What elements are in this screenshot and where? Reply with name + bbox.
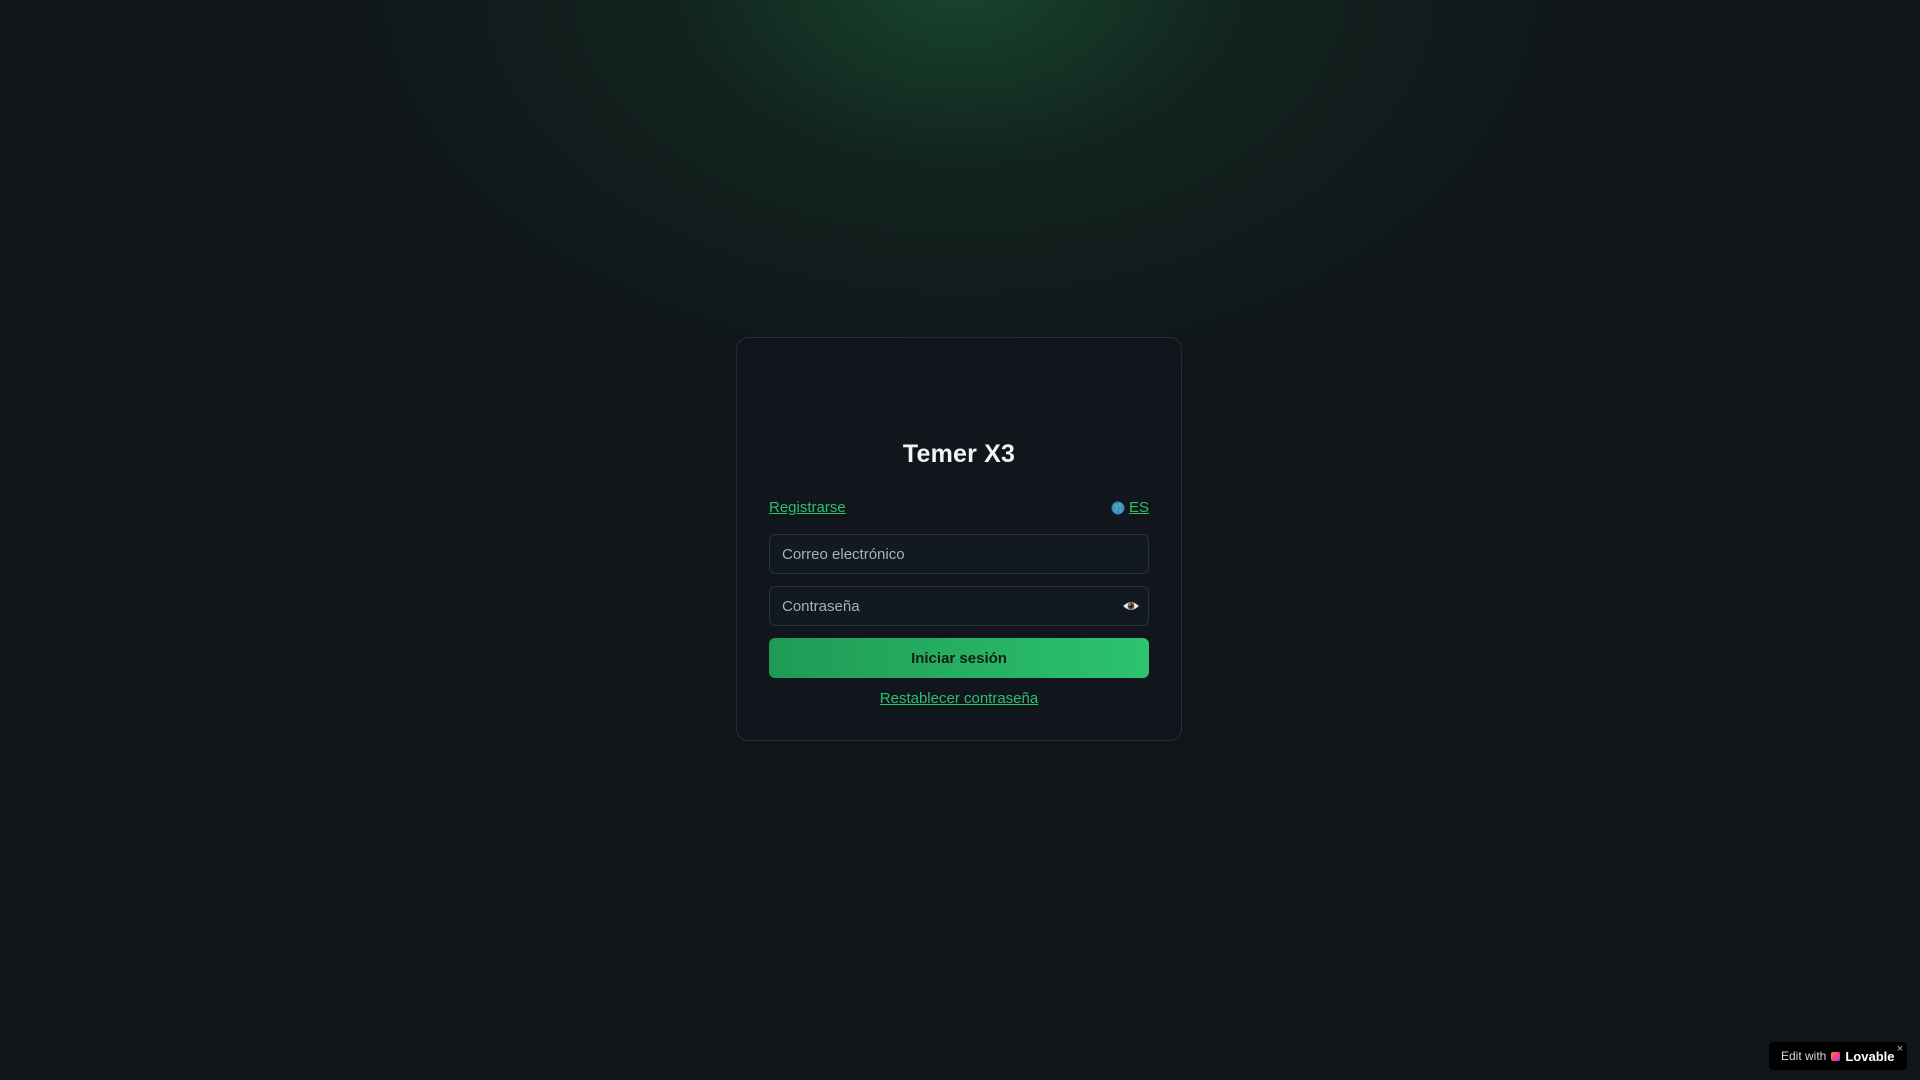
badge-prefix: Edit with [1781,1049,1827,1063]
link-row: Registrarse ES [769,499,1149,516]
edit-with-lovable-badge[interactable]: Edit with Lovable × [1769,1042,1907,1070]
password-field[interactable] [770,597,1148,615]
login-button[interactable]: Iniciar sesión [769,638,1149,678]
badge-brand: Lovable [1845,1048,1895,1064]
password-field-wrapper [769,586,1149,626]
register-link[interactable]: Registrarse [769,499,846,516]
language-selector[interactable]: ES [1111,499,1149,516]
app-title: Temer X3 [902,440,1016,468]
reset-password-row: Restablecer contraseña [737,690,1181,707]
globe-icon [1111,500,1125,515]
email-field[interactable] [770,545,1148,563]
reset-password-link[interactable]: Restablecer contraseña [880,690,1038,707]
heart-icon [1831,1051,1841,1061]
close-icon[interactable]: × [1897,1043,1903,1055]
login-card: Temer X3 Registrarse ES Iniciar [736,337,1182,741]
language-label: ES [1128,499,1149,516]
email-field-wrapper [769,534,1149,574]
eye-icon[interactable] [1122,597,1140,615]
